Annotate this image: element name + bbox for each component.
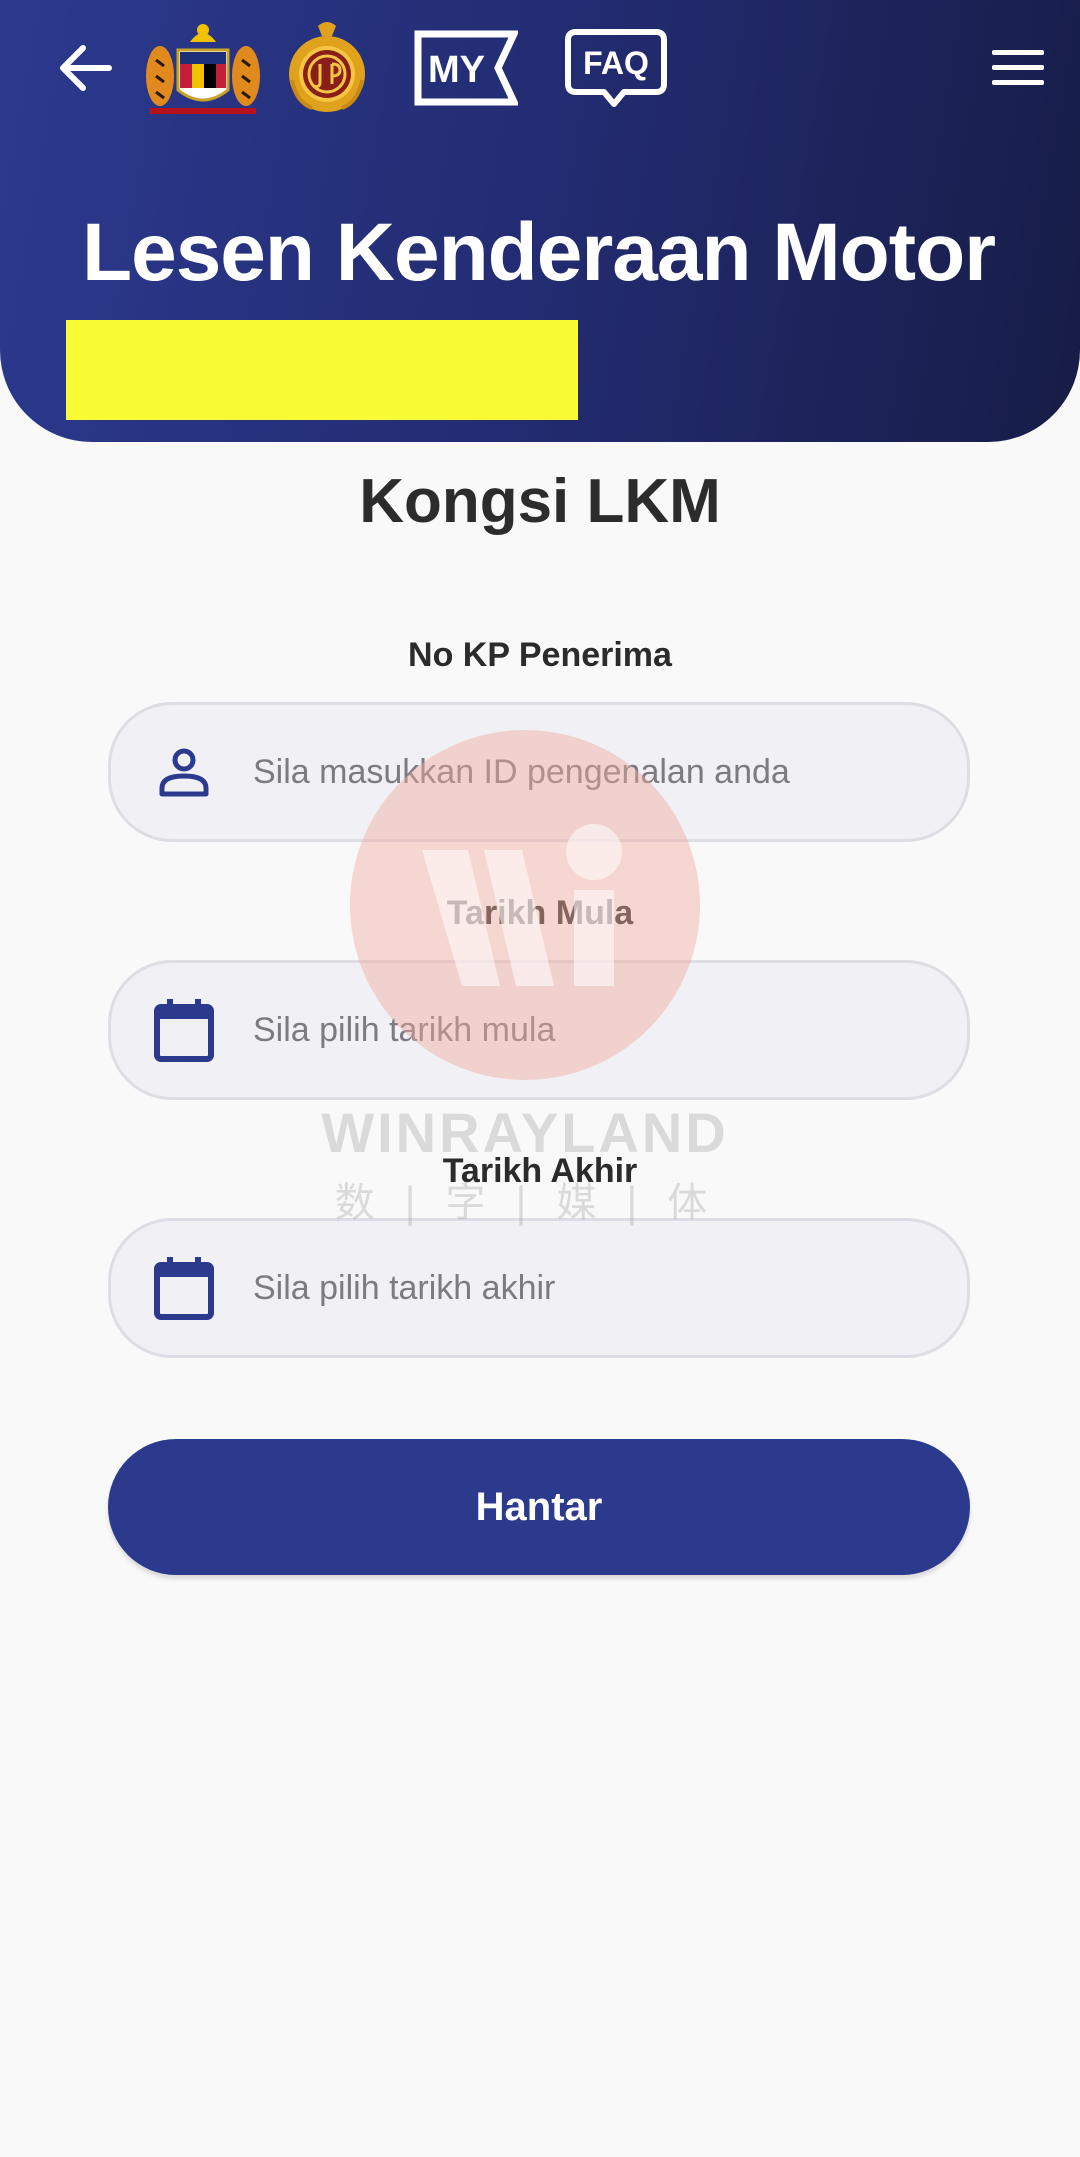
jpj-logo-icon [282, 20, 372, 116]
app-header: MY FAQ Lesen Kenderaan Motor [0, 0, 1080, 442]
malaysia-coat-of-arms-icon [142, 20, 264, 116]
no-kp-input[interactable] [253, 742, 937, 802]
user-icon [149, 737, 219, 807]
header-title: Lesen Kenderaan Motor [82, 207, 996, 298]
tarikh-akhir-input[interactable] [253, 1258, 937, 1318]
field-label-tarikh-akhir: Tarikh Akhir [442, 1152, 638, 1190]
faq-label: FAQ [583, 45, 649, 81]
hamburger-menu-icon[interactable] [988, 44, 1048, 92]
tarikh-mula-field[interactable] [108, 960, 970, 1100]
calendar-icon [149, 995, 219, 1065]
no-kp-field[interactable] [108, 702, 970, 842]
tarikh-akhir-field[interactable] [108, 1218, 970, 1358]
back-arrow-icon[interactable] [50, 36, 120, 100]
yellow-highlight-block [66, 320, 578, 420]
field-label-no-kp: No KP Penerima [408, 636, 672, 674]
calendar-icon [149, 1253, 219, 1323]
submit-button[interactable]: Hantar [108, 1439, 970, 1575]
my-service-button[interactable]: MY [414, 30, 520, 106]
my-label: MY [428, 49, 485, 91]
tarikh-mula-input[interactable] [253, 1000, 937, 1060]
faq-button[interactable]: FAQ [564, 28, 668, 108]
field-label-tarikh-mula: Tarikh Mula [446, 894, 634, 932]
page-title: Kongsi LKM [359, 467, 721, 536]
